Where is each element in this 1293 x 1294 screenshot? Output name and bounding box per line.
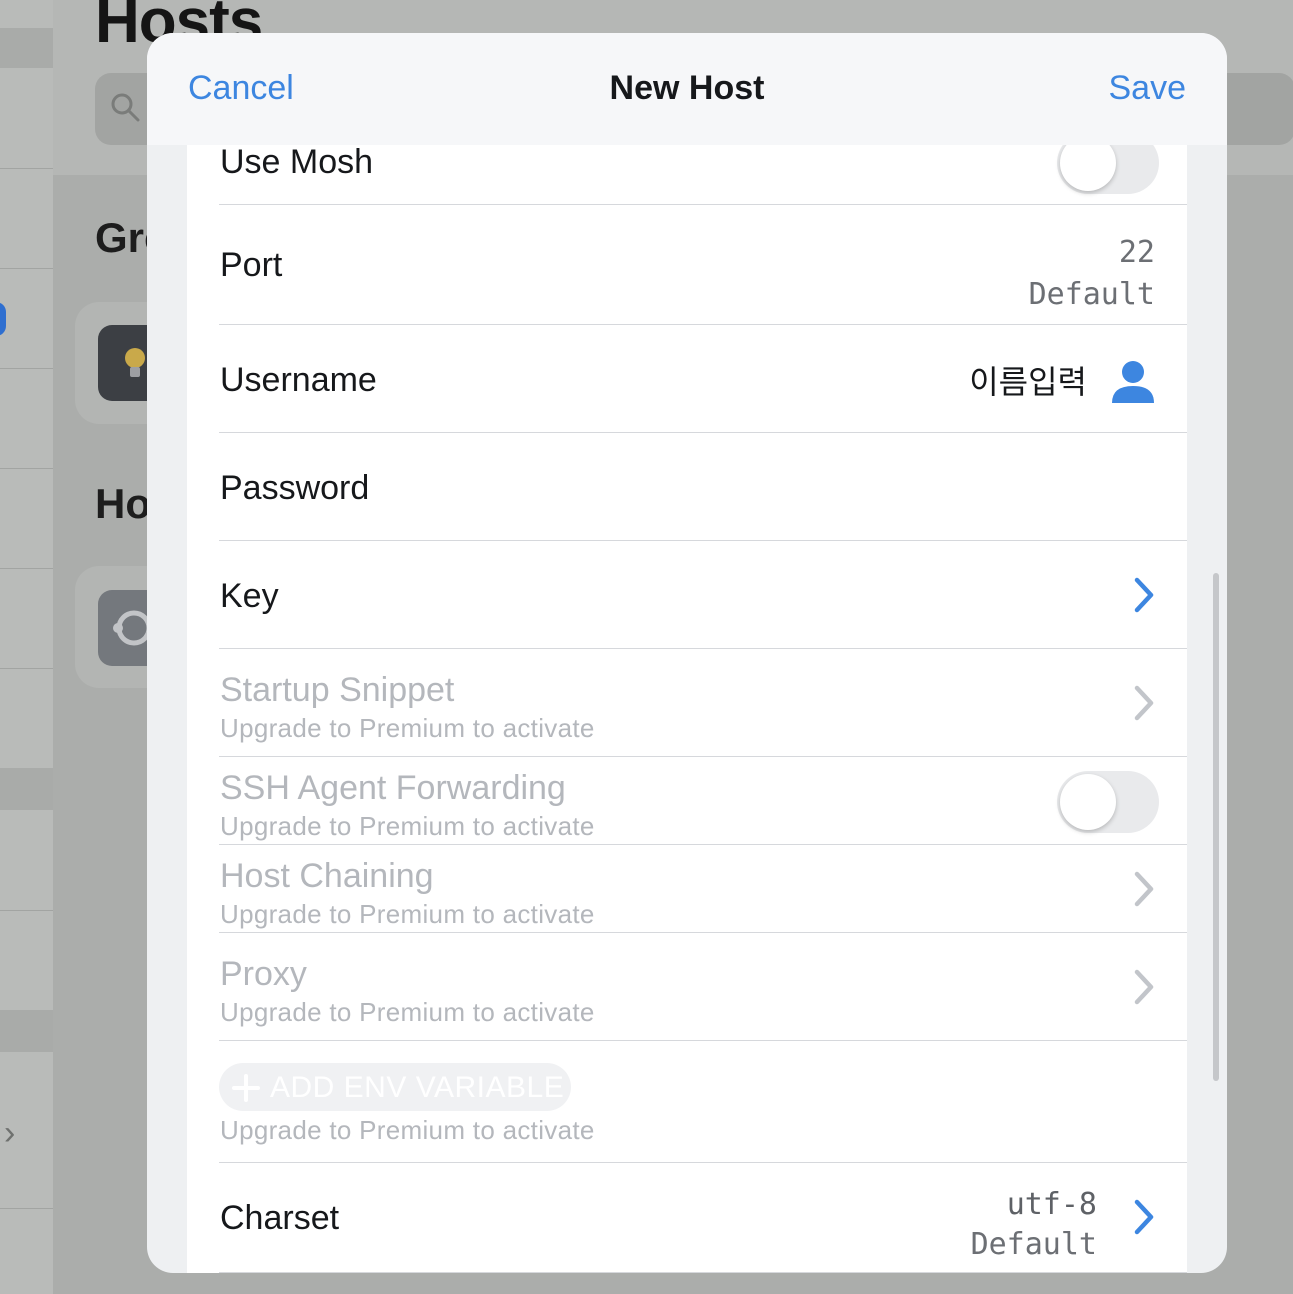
proxy-premium-note: Upgrade to Premium to activate	[220, 997, 595, 1027]
ssh-agent-forwarding-row: SSH Agent Forwarding Upgrade to Premium …	[219, 757, 1187, 845]
port-row[interactable]: Port 22 Default	[219, 205, 1187, 325]
charset-label: Charset	[220, 1199, 340, 1237]
use-mosh-label: Use Mosh	[220, 143, 374, 181]
startup-snippet-premium-note: Upgrade to Premium to activate	[220, 713, 595, 743]
startup-snippet-row[interactable]: Startup Snippet Upgrade to Premium to ac…	[219, 649, 1187, 757]
modal-header: Cancel New Host Save	[147, 33, 1227, 145]
proxy-row[interactable]: Proxy Upgrade to Premium to activate	[219, 933, 1187, 1041]
charset-row[interactable]: Charset utf-8 Default	[219, 1163, 1187, 1273]
host-chaining-row[interactable]: Host Chaining Upgrade to Premium to acti…	[219, 845, 1187, 933]
key-row[interactable]: Key	[219, 541, 1187, 649]
plus-icon	[232, 1074, 260, 1102]
password-row[interactable]: Password	[219, 433, 1187, 541]
new-host-modal: Use Mosh Port 22 Default Username 이름입력 P…	[147, 33, 1227, 1273]
proxy-label: Proxy	[220, 955, 307, 993]
port-default-hint: Default	[1028, 277, 1155, 312]
ssh-agent-forwarding-premium-note: Upgrade to Premium to activate	[220, 811, 595, 841]
key-label: Key	[220, 577, 279, 615]
ssh-agent-forwarding-toggle[interactable]	[1057, 771, 1159, 833]
chevron-right-icon[interactable]	[1131, 870, 1157, 908]
host-chaining-label: Host Chaining	[220, 857, 434, 895]
chevron-right-icon[interactable]	[1131, 968, 1157, 1006]
save-button[interactable]: Save	[1109, 69, 1187, 108]
add-env-variable-button[interactable]: ADD ENV VARIABLE	[219, 1063, 571, 1111]
port-value: 22	[1118, 235, 1155, 270]
host-chaining-premium-note: Upgrade to Premium to activate	[220, 899, 595, 929]
env-variable-row: ADD ENV VARIABLE Upgrade to Premium to a…	[219, 1041, 1187, 1163]
ssh-agent-forwarding-label: SSH Agent Forwarding	[220, 769, 566, 807]
add-env-variable-label: ADD ENV VARIABLE	[270, 1071, 565, 1104]
password-label: Password	[220, 469, 370, 507]
background-sidebar	[0, 0, 53, 1294]
port-label: Port	[220, 246, 283, 284]
person-icon[interactable]	[1111, 359, 1155, 403]
chevron-right-icon[interactable]	[1131, 684, 1157, 722]
charset-default-hint: Default	[970, 1227, 1097, 1262]
search-icon	[111, 93, 140, 122]
env-variable-premium-note: Upgrade to Premium to activate	[220, 1115, 595, 1145]
host-settings-form: Use Mosh Port 22 Default Username 이름입력 P…	[187, 132, 1187, 1273]
form-scrollbar[interactable]	[1213, 573, 1219, 1081]
modal-title: New Host	[609, 69, 765, 107]
username-label: Username	[220, 361, 377, 399]
chevron-right-icon[interactable]	[1131, 1198, 1157, 1236]
chevron-right-icon[interactable]	[1131, 576, 1157, 614]
charset-value: utf-8	[1006, 1187, 1097, 1222]
username-value[interactable]: 이름입력	[969, 357, 1087, 403]
sidebar-chevron-icon: ›	[4, 1114, 16, 1152]
startup-snippet-label: Startup Snippet	[220, 671, 455, 709]
username-row[interactable]: Username 이름입력	[219, 325, 1187, 433]
